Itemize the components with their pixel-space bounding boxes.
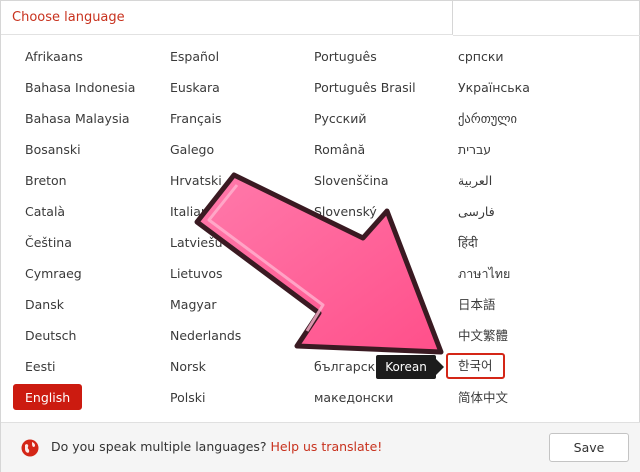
language-option[interactable]: Polski: [158, 384, 253, 410]
language-option[interactable]: Slovenščina: [302, 167, 428, 193]
language-option[interactable]: Čeština: [13, 229, 147, 255]
language-column-4: српски Українська ქართული עברית العربية …: [446, 43, 542, 415]
language-option[interactable]: हिंदी: [446, 229, 542, 255]
language-option[interactable]: ภาษาไทย: [446, 260, 542, 286]
language-option[interactable]: Bosanski: [13, 136, 147, 162]
language-option[interactable]: Français: [158, 105, 253, 131]
language-option[interactable]: Română: [302, 136, 428, 162]
language-option[interactable]: فارسی: [446, 198, 542, 224]
language-option[interactable]: 中文繁體: [446, 322, 542, 348]
language-option[interactable]: Latviešu: [158, 229, 253, 255]
save-button[interactable]: Save: [549, 433, 629, 462]
language-option[interactable]: Svenska: [302, 260, 428, 286]
help-translate-link[interactable]: Help us translate!: [271, 439, 383, 454]
language-option-selected[interactable]: English: [13, 384, 83, 410]
language-option[interactable]: Afrikaans: [13, 43, 147, 69]
language-option-korean-highlighted[interactable]: 한국어: [446, 353, 505, 379]
translate-prompt-text: Do you speak multiple languages?: [51, 439, 271, 454]
language-option[interactable]: Hrvatski: [158, 167, 253, 193]
language-option[interactable]: Breton: [13, 167, 147, 193]
language-option[interactable]: עברית: [446, 136, 542, 162]
language-option[interactable]: Magyar: [158, 291, 253, 317]
language-option[interactable]: العربية: [446, 167, 542, 193]
language-dialog: Choose language Afrikaans Bahasa Indones…: [0, 0, 640, 472]
language-option[interactable]: Bahasa Indonesia: [13, 74, 147, 100]
language-option[interactable]: Türkçe: [302, 291, 428, 317]
language-option[interactable]: Deutsch: [13, 322, 147, 348]
korean-tooltip: Korean: [376, 355, 444, 379]
language-option[interactable]: 日本語: [446, 291, 542, 317]
language-option[interactable]: 简体中文: [446, 384, 542, 410]
language-option[interactable]: српски: [446, 43, 542, 69]
language-option[interactable]: Euskara: [158, 74, 253, 100]
language-option[interactable]: Español: [158, 43, 253, 69]
language-option[interactable]: македонски: [302, 384, 428, 410]
language-column-1: Afrikaans Bahasa Indonesia Bahasa Malays…: [13, 43, 147, 415]
dialog-footer: Do you speak multiple languages? Help us…: [1, 422, 640, 472]
dialog-header: Choose language: [1, 1, 453, 35]
language-column-2: Español Euskara Français Galego Hrvatski…: [158, 43, 253, 415]
header-divider: [453, 35, 640, 43]
globe-icon: [21, 439, 39, 457]
language-option[interactable]: Português Brasil: [302, 74, 428, 100]
language-option[interactable]: Català: [13, 198, 147, 224]
language-option[interactable]: Cymraeg: [13, 260, 147, 286]
language-option[interactable]: Українська: [446, 74, 542, 100]
language-option[interactable]: Русский: [302, 105, 428, 131]
language-option[interactable]: Norsk: [158, 353, 253, 379]
language-option[interactable]: Dansk: [13, 291, 147, 317]
language-option[interactable]: Nederlands: [158, 322, 253, 348]
language-option[interactable]: Lietuvos: [158, 260, 253, 286]
translate-prompt: Do you speak multiple languages? Help us…: [51, 439, 382, 454]
language-option[interactable]: Bahasa Malaysia: [13, 105, 147, 131]
language-option[interactable]: Eesti: [13, 353, 147, 379]
language-option[interactable]: Suomi: [302, 229, 428, 255]
dialog-title: Choose language: [12, 10, 125, 25]
language-option[interactable]: Ελληνικά: [302, 322, 428, 348]
language-option[interactable]: ქართული: [446, 105, 542, 131]
language-option[interactable]: Italiano: [158, 198, 253, 224]
language-option[interactable]: Slovenský: [302, 198, 428, 224]
language-option[interactable]: Português: [302, 43, 428, 69]
language-option[interactable]: Galego: [158, 136, 253, 162]
